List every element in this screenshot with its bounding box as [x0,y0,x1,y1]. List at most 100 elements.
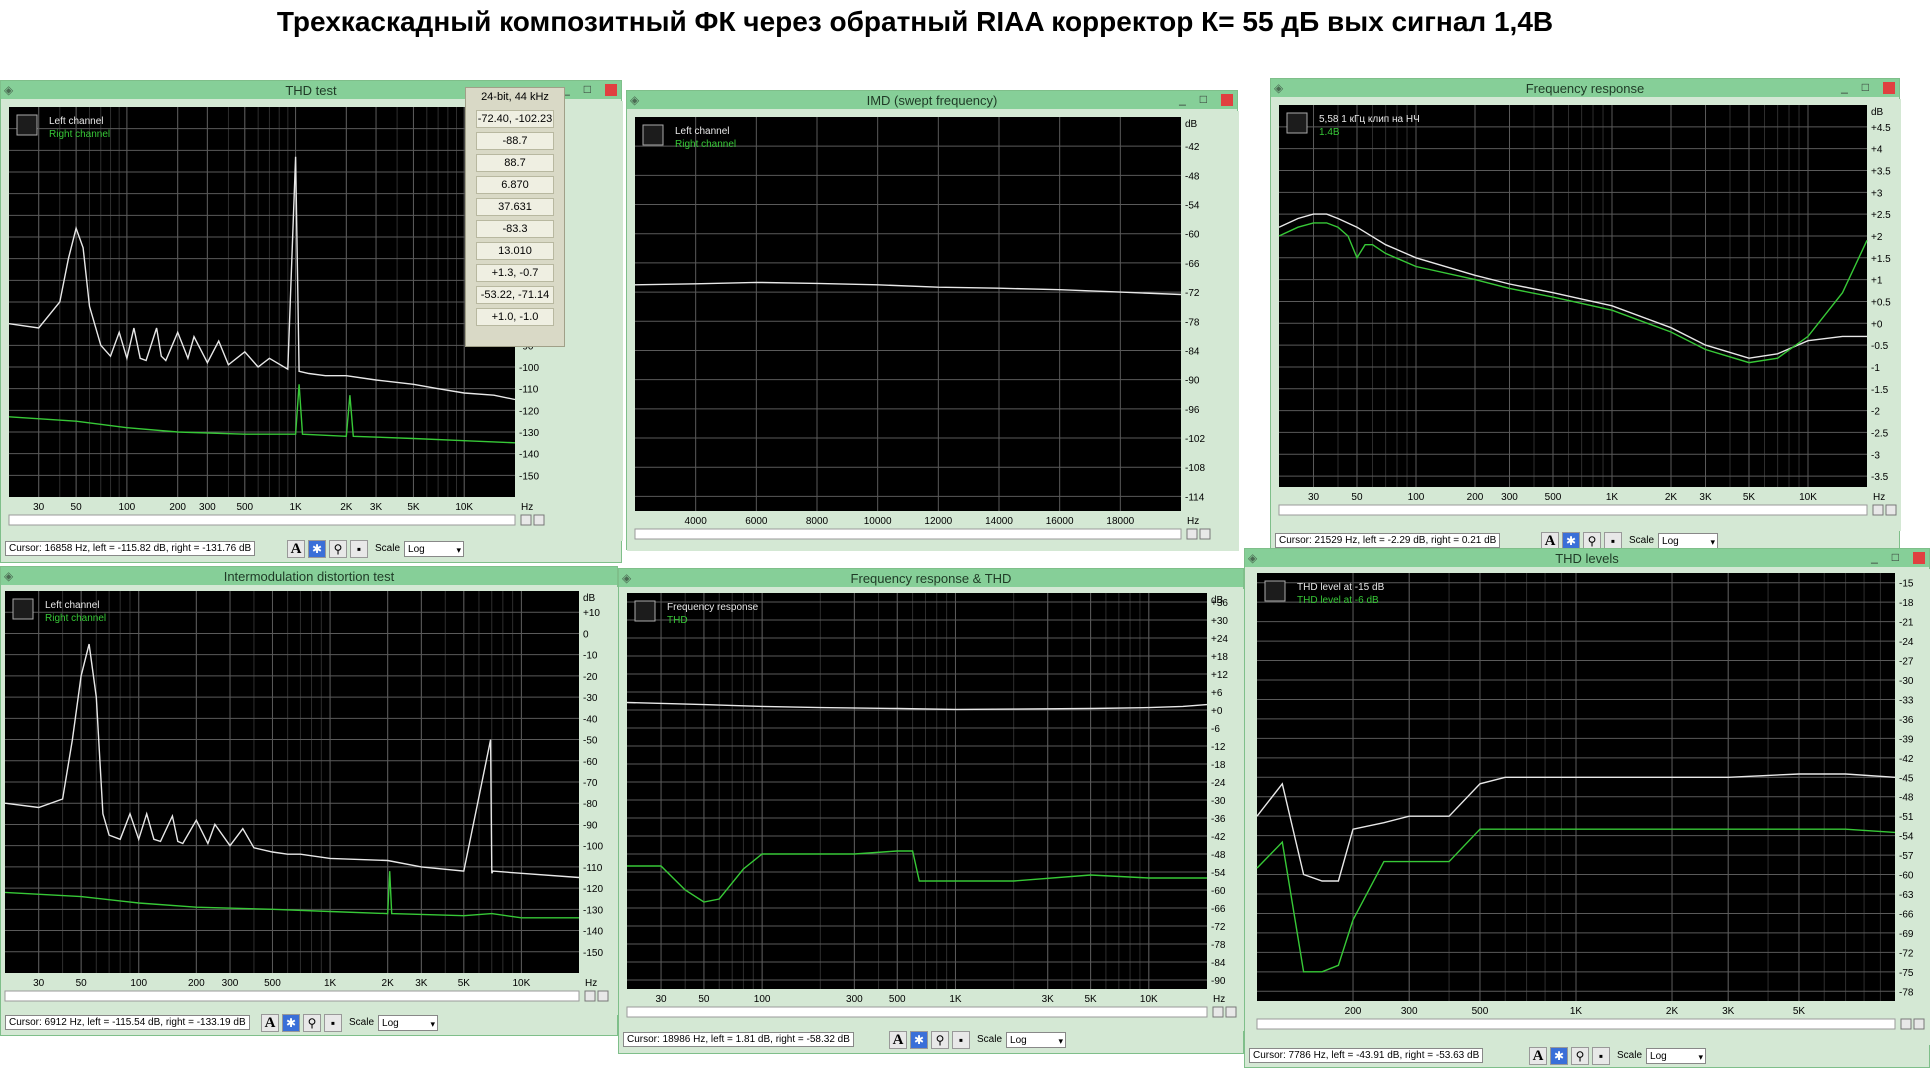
x-tick-label: 10K [1140,994,1158,1005]
imd-swept-window: ◈ IMD (swept frequency) _ □ 4000 6000 8000 1… [626,90,1239,551]
x-tick-label: 1K [949,994,962,1005]
y-tick-label: +3.5 [1871,166,1891,177]
y-tick-label: -2 [1871,407,1880,418]
settings-icon[interactable]: ✱ [910,1031,928,1049]
y-tick-label: +10 [583,608,600,619]
y-tick-label: -75 [1899,968,1914,979]
save-icon[interactable]: ▪ [1592,1047,1610,1065]
y-tick-label: -130 [583,905,603,916]
scale-label: Scale [349,1017,375,1028]
plot-area [1279,105,1867,487]
titlebar[interactable]: ◈ Frequency response & THD [619,569,1243,587]
y-tick-label: -36 [1211,814,1226,825]
x-tick-label: 300 [199,502,216,513]
text-tool-button[interactable]: A [889,1031,907,1049]
titlebar[interactable]: ◈ THD levels _ □ [1245,549,1929,567]
scale-select[interactable]: Log [1646,1048,1707,1065]
legend-entry: 5,58 1 кГц клип на НЧ [1319,114,1420,125]
legend-icon [16,114,38,136]
y-tick-label: -30 [1211,796,1226,807]
y-tick-label: -120 [583,884,603,895]
close-button[interactable] [1221,93,1233,106]
x-tick-label: 14000 [985,516,1013,527]
y-tick-label: -20 [583,672,598,683]
text-tool-button[interactable]: A [1529,1047,1547,1065]
close-button[interactable] [1883,81,1895,94]
x-tick-label: 5K [1743,492,1756,503]
maximize-button[interactable]: □ [1862,80,1869,94]
zoom-icon[interactable]: ⚲ [1571,1047,1589,1065]
legend-entry: THD level at -6 dB [1297,595,1379,606]
zoom-icon[interactable]: ⚲ [931,1031,949,1049]
close-button[interactable] [1913,551,1925,564]
status-bar: Cursor: 6912 Hz, left = -115.54 dB, righ… [5,1013,613,1033]
zoom-out-icon [597,990,609,1002]
x-tick-label: 2K [1666,1006,1679,1017]
y-tick-label: +30 [1211,616,1228,627]
close-button[interactable] [605,83,617,96]
save-icon[interactable]: ▪ [952,1031,970,1049]
x-tick-label: 500 [236,502,253,513]
window-title: THD levels [1555,551,1619,566]
scale-select[interactable]: Log [404,541,465,558]
legend-entry: THD [667,615,688,626]
window-title: Frequency response [1525,81,1645,96]
save-icon[interactable]: ▪ [350,540,368,558]
y-tick-label: -60 [1211,886,1226,897]
y-tick-label: -66 [1211,904,1226,915]
y-tick-label: -78 [1211,940,1226,951]
cursor-readout: Cursor: 6912 Hz, left = -115.54 dB, righ… [5,1015,250,1030]
y-tick-label: +6 [1211,688,1223,699]
scale-select[interactable]: Log [378,1015,439,1032]
text-tool-button[interactable]: A [287,540,305,558]
y-tick-label: -72 [1211,922,1226,933]
y-tick-label: 0 [583,629,589,640]
settings-icon[interactable]: ✱ [1550,1047,1568,1065]
zoom-icon[interactable]: ⚲ [303,1014,321,1032]
titlebar[interactable]: ◈ Intermodulation distortion test [1,567,617,585]
y-tick-label: -150 [519,471,539,482]
x-tick-label: 300 [222,978,239,989]
save-icon[interactable]: ▪ [324,1014,342,1032]
result-value: -83.3 [476,220,554,238]
settings-icon[interactable]: ✱ [282,1014,300,1032]
legend-entry: Right channel [45,613,106,624]
y-tick-label: -48 [1899,793,1914,804]
x-tick-label: 3K [1042,994,1055,1005]
y-tick-label: -54 [1899,832,1914,843]
y-tick-label: -66 [1185,259,1200,270]
results-panel: 24-bit, 44 kHz -72.40, -102.23 -88.7 88.… [465,87,565,347]
text-tool-button[interactable]: A [261,1014,279,1032]
maximize-button[interactable]: □ [584,82,591,96]
x-tick-label: 1K [1570,1006,1583,1017]
maximize-button[interactable]: □ [1892,550,1899,564]
y-tick-label: -30 [583,693,598,704]
x-tick-label: 5K [1084,994,1097,1005]
status-bar: Cursor: 18986 Hz, left = 1.81 dB, right … [623,1030,1239,1050]
scale-select[interactable]: Log [1658,533,1719,550]
x-tick-label: 500 [889,994,906,1005]
zoom-out-icon [1913,1018,1925,1030]
y-tick-label: -80 [583,799,598,810]
y-tick-label: -3 [1871,450,1880,461]
toolbar: A ✱ ⚲ ▪ Scale Log [261,1014,439,1032]
maximize-button[interactable]: □ [1200,92,1207,106]
result-value: 88.7 [476,154,554,172]
x-tick-label: 500 [1472,1006,1489,1017]
minimize-button[interactable]: _ [1871,550,1878,564]
y-tick-label: -120 [519,406,539,417]
minimize-button[interactable]: _ [1179,92,1186,106]
minimize-button[interactable]: _ [1841,80,1848,94]
imd-test-chart: 30 50 100 200 300 500 1K 2K 3K 5K 10K Hz +10 0 -10 -20 -… [1,587,619,1015]
zoom-in-icon [520,514,532,526]
legend-entry: Frequency response [667,602,759,613]
x-tick-label: 100 [130,978,147,989]
x-tick-label: 100 [754,994,771,1005]
settings-icon[interactable]: ✱ [308,540,326,558]
scale-select[interactable]: Log [1006,1032,1067,1049]
titlebar[interactable]: ◈ Frequency response _ □ [1271,79,1899,97]
titlebar[interactable]: ◈ IMD (swept frequency) _ □ [627,91,1237,109]
y-tick-label: -42 [1899,754,1914,765]
zoom-out-icon [533,514,545,526]
zoom-icon[interactable]: ⚲ [329,540,347,558]
